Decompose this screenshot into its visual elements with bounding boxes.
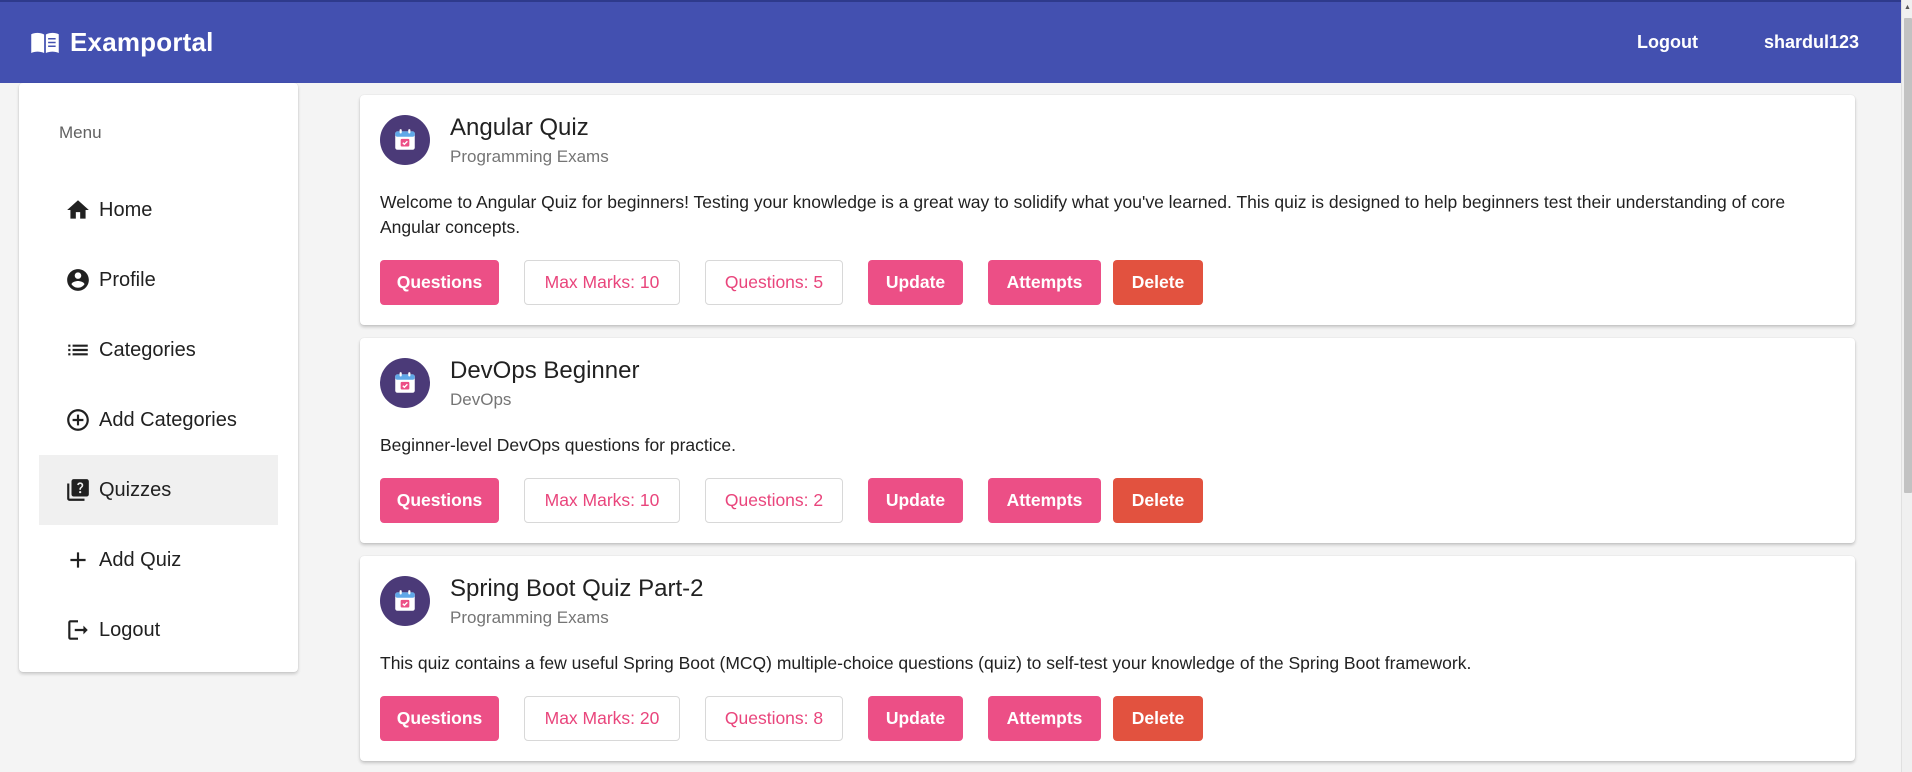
sidebar-item-label: Add Quiz [99,548,182,571]
sidebar-item-profile[interactable]: Profile [39,245,278,315]
quiz-category: Programming Exams [450,608,609,627]
quiz-category: Programming Exams [450,147,609,166]
calendar-icon [395,129,415,150]
sidebar-item-label: Logout [99,618,161,641]
quiz-actions: Questions Max Marks: 10 Questions: 2 Upd… [380,478,1203,523]
quiz-category: DevOps [450,390,512,409]
question-count-button[interactable]: Questions: 2 [705,478,843,523]
plus-icon [65,547,91,573]
questions-button[interactable]: Questions [380,696,499,741]
questions-button[interactable]: Questions [380,478,499,523]
quiz-card: DevOps Beginner DevOps Beginner-level De… [360,338,1855,543]
sidebar-item-label: Profile [99,268,156,291]
question-count-button[interactable]: Questions: 5 [705,260,843,305]
quiz-title: DevOps Beginner [450,357,640,384]
calendar-icon [395,372,415,393]
attempts-button[interactable]: Attempts [988,478,1101,523]
scrollbar-thumb[interactable] [1904,18,1912,493]
quiz-title: Angular Quiz [450,114,589,141]
sidebar-menu-list: Home Profile Categories Add Categories Q… [39,175,278,665]
quiz-description: This quiz contains a few useful Spring B… [380,653,1472,673]
update-button[interactable]: Update [868,478,963,523]
quiz-avatar [380,576,430,626]
sidebar-item-label: Add Categories [99,408,237,431]
max-marks-button[interactable]: Max Marks: 20 [524,696,680,741]
sidebar: Menu Home Profile Categories Add Categor… [19,83,298,672]
attempts-button[interactable]: Attempts [988,260,1101,305]
sidebar-item-home[interactable]: Home [39,175,278,245]
sidebar-item-label: Categories [99,338,196,361]
home-icon [65,197,91,223]
quiz-actions: Questions Max Marks: 20 Questions: 8 Upd… [380,696,1203,741]
quiz-description: Welcome to Angular Quiz for beginners! T… [380,192,1786,237]
top-toolbar: Examportal Logout shardul123 [0,0,1901,83]
quiz-actions: Questions Max Marks: 10 Questions: 5 Upd… [380,260,1203,305]
attempts-button[interactable]: Attempts [988,696,1101,741]
quiz-avatar [380,115,430,165]
delete-button[interactable]: Delete [1113,478,1203,523]
logout-icon [65,617,91,643]
add-circle-icon [65,407,91,433]
calendar-icon [395,590,415,611]
sidebar-item-logout[interactable]: Logout [39,595,278,665]
sidebar-item-categories[interactable]: Categories [39,315,278,385]
list-icon [65,337,91,363]
scroll-up-arrow-icon[interactable]: ▲ [1902,0,1912,14]
sidebar-item-add-quiz[interactable]: Add Quiz [39,525,278,595]
app-title: Examportal [70,27,214,57]
page-scrollbar[interactable]: ▲ [1901,0,1912,772]
max-marks-button[interactable]: Max Marks: 10 [524,260,680,305]
header-logout-link[interactable]: Logout [1637,32,1698,53]
sidebar-menu-header: Menu [59,123,102,142]
quiz-avatar [380,358,430,408]
book-icon [31,32,59,53]
delete-button[interactable]: Delete [1113,696,1203,741]
questions-button[interactable]: Questions [380,260,499,305]
sidebar-item-add-categories[interactable]: Add Categories [39,385,278,455]
sidebar-item-label: Quizzes [99,478,172,501]
quiz-icon [65,477,91,503]
quiz-description: Beginner-level DevOps questions for prac… [380,435,737,455]
update-button[interactable]: Update [868,696,963,741]
header-username-link[interactable]: shardul123 [1764,32,1859,53]
sidebar-item-label: Home [99,198,153,221]
quiz-title: Spring Boot Quiz Part-2 [450,575,704,602]
sidebar-item-quizzes[interactable]: Quizzes [39,455,278,525]
account-circle-icon [65,267,91,293]
delete-button[interactable]: Delete [1113,260,1203,305]
update-button[interactable]: Update [868,260,963,305]
quiz-card: Spring Boot Quiz Part-2 Programming Exam… [360,556,1855,761]
max-marks-button[interactable]: Max Marks: 10 [524,478,680,523]
question-count-button[interactable]: Questions: 8 [705,696,843,741]
brand[interactable]: Examportal [30,27,214,58]
quiz-card: Angular Quiz Programming Exams Welcome t… [360,95,1855,325]
